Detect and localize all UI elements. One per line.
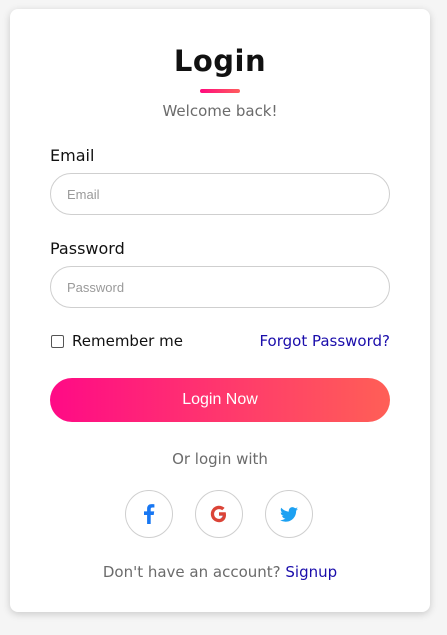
password-field[interactable]	[50, 266, 390, 308]
google-icon	[209, 504, 229, 524]
forgot-password-link[interactable]: Forgot Password?	[259, 331, 390, 351]
remember-checkbox[interactable]	[51, 334, 64, 348]
facebook-login-button[interactable]	[125, 490, 173, 538]
title-underline	[200, 89, 240, 93]
email-label: Email	[50, 146, 95, 165]
login-card: Login Welcome back! Email Password Remem…	[10, 9, 430, 612]
signup-line: Don't have an account? Signup	[10, 562, 430, 582]
email-field[interactable]	[50, 173, 390, 215]
subtitle: Welcome back!	[162, 102, 278, 120]
or-login-with-text: Or login with	[172, 450, 268, 468]
signup-link[interactable]: Signup	[285, 563, 337, 581]
password-label: Password	[50, 239, 125, 258]
remember-me[interactable]: Remember me	[50, 331, 183, 351]
login-button[interactable]: Login Now	[50, 378, 390, 422]
signup-prompt: Don't have an account?	[102, 563, 281, 581]
google-login-button[interactable]	[195, 490, 243, 538]
twitter-login-button[interactable]	[265, 490, 313, 538]
page-title: Login	[173, 44, 267, 78]
remember-label: Remember me	[72, 332, 183, 350]
facebook-icon	[143, 504, 155, 524]
twitter-icon	[280, 506, 298, 522]
